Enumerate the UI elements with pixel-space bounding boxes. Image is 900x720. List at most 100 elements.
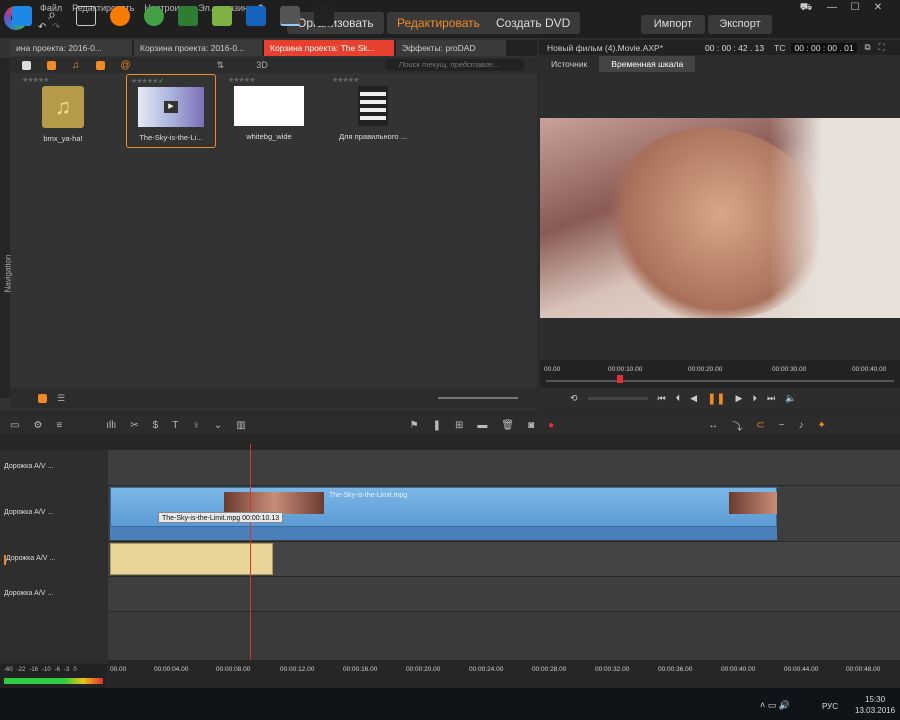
settings-gear-icon[interactable]: ⚙ — [33, 420, 42, 431]
flag-icon[interactable]: ⚑ — [410, 420, 419, 431]
go-end-icon[interactable]: ⏭ — [767, 393, 775, 404]
track-name[interactable]: Дорожка A/V ... — [4, 590, 104, 600]
at-icon[interactable]: @ — [121, 60, 131, 71]
folder-icon[interactable] — [95, 60, 105, 70]
maximize-icon[interactable]: ☐ — [848, 2, 862, 14]
track-menu-icon[interactable]: ≡ — [56, 420, 62, 431]
recorder-icon[interactable] — [212, 6, 232, 26]
track-1-row[interactable] — [108, 450, 900, 486]
track-name[interactable]: Дорожка A/V ... — [4, 555, 104, 565]
rating-stars[interactable]: ★★★★★ — [332, 76, 359, 84]
asset-video-selected[interactable]: ★★★★★ ✓ ▶ The-Sky-is-the-Li... — [126, 74, 216, 148]
record-marker-icon[interactable]: ● — [548, 420, 554, 431]
magnet-icon[interactable]: ⊂ — [756, 420, 764, 431]
firefox-icon[interactable] — [110, 6, 130, 26]
next-frame-icon[interactable]: ⏵ — [752, 393, 757, 404]
volume-icon[interactable]: 🔈 — [785, 393, 796, 404]
track-name[interactable]: Дорожка A/V ... — [4, 463, 104, 473]
dollar-icon[interactable]: $ — [153, 420, 159, 431]
preview-ruler[interactable]: 00.00 00:00:10.00 00:00:20.00 00:00:30.0… — [540, 360, 900, 388]
image-clip[interactable] — [110, 543, 273, 575]
timeline-ruler[interactable]: 00.00 00:00:04.00 00:00:08.00 00:00:12.0… — [108, 660, 900, 688]
mode-dvd-button[interactable]: Создать DVD — [486, 12, 581, 34]
detach-icon[interactable]: ⧉ — [865, 42, 871, 53]
close-icon[interactable]: ✕ — [871, 2, 885, 14]
rating-stars[interactable]: ★★★★★ — [22, 76, 49, 84]
white-tag-icon[interactable] — [22, 60, 31, 70]
ripple-icon[interactable]: ▬ — [477, 420, 487, 431]
snapshot-icon[interactable]: ◙ — [528, 420, 534, 431]
list-view-icon[interactable]: ☰ — [57, 393, 65, 404]
tab-source[interactable]: Источник — [539, 56, 599, 72]
scrub-bar[interactable] — [546, 380, 894, 382]
fullscreen-icon[interactable]: ⛶ — [879, 42, 885, 53]
playhead[interactable] — [250, 444, 251, 669]
bookmark-icon[interactable]: ❚ — [433, 420, 441, 431]
tab-effects-prodad[interactable]: Эффекты: proDAD — [396, 40, 506, 56]
mode-edit-button[interactable]: Редактировать — [387, 12, 490, 34]
save-app-icon[interactable] — [246, 6, 266, 26]
video-preview[interactable] — [540, 118, 900, 318]
title-icon[interactable]: T — [172, 420, 178, 431]
jog-wheel[interactable] — [587, 396, 648, 400]
export-button[interactable]: Экспорт — [708, 15, 772, 34]
project-film-icon — [358, 86, 388, 126]
razor-icon[interactable]: ✂ — [130, 420, 138, 431]
fit-icon[interactable]: ↔ — [708, 420, 718, 431]
rewind-icon[interactable]: ◀ — [690, 393, 697, 404]
asset-project[interactable]: ★★★★★ Для правильного ... — [328, 74, 418, 148]
go-start-icon[interactable]: ⏮ — [658, 393, 666, 404]
cart-icon[interactable]: ⛟ — [799, 2, 813, 14]
search-icon[interactable]: ⌕ — [42, 6, 62, 26]
sort-icon[interactable]: ⇅ — [217, 60, 225, 71]
import-button[interactable]: Импорт — [641, 15, 705, 34]
storyboard-icon[interactable]: ▭ — [10, 420, 19, 431]
pinnacle-icon[interactable] — [280, 6, 300, 26]
forward-icon[interactable]: ▶ — [736, 393, 743, 404]
film-icon[interactable]: ▥ — [236, 420, 245, 431]
asset-audio[interactable]: ★★★★★ ♫ bmx_ya-ha! — [18, 74, 108, 148]
3d-label[interactable]: 3D — [256, 60, 268, 70]
split-icon[interactable]: ⊞ — [455, 420, 463, 431]
audio-mixer-icon[interactable]: ıllı — [106, 420, 116, 431]
asset-image[interactable]: ★★★★★ whitebg_wide — [224, 74, 314, 148]
audio-scrub-icon[interactable]: ♪ — [798, 420, 803, 431]
bandicam-icon[interactable] — [314, 6, 334, 26]
video-filter-icon[interactable] — [47, 60, 56, 70]
minimize-icon[interactable]: — — [825, 2, 839, 14]
prev-frame-icon[interactable]: ⏴ — [676, 393, 681, 404]
scrub-head[interactable] — [617, 375, 623, 383]
audio-filter-icon[interactable]: ♫ — [72, 60, 80, 71]
loop-icon[interactable]: ⟲ — [570, 393, 578, 404]
camtasia-icon[interactable] — [178, 6, 198, 26]
mode-organize-button[interactable]: Организовать — [287, 12, 384, 34]
delete-icon[interactable]: 🗑 — [501, 420, 514, 431]
rating-stars[interactable]: ★★★★★ ✓ — [131, 77, 164, 85]
tray-icons[interactable]: ˄ ▭ 🔊 — [760, 700, 790, 711]
keyframe-icon[interactable]: ~ — [779, 420, 785, 431]
task-view-icon[interactable] — [76, 6, 96, 26]
tab-project-bin-sky[interactable]: Корзина проекта: The Sk... — [264, 40, 394, 56]
library-search-input[interactable]: Поиск текущ. представле... — [385, 59, 525, 71]
tab-project-bin-2[interactable]: Корзина проекта: 2016-0... — [134, 40, 262, 56]
mic-icon[interactable]: ♀ — [192, 420, 200, 431]
windows-start-icon[interactable] — [12, 6, 32, 26]
snap-icon[interactable]: ⤵ — [732, 418, 742, 433]
chrome-icon[interactable] — [144, 6, 164, 26]
navigation-strip[interactable]: Navigation — [0, 58, 13, 398]
extra-icon[interactable]: ✦ — [817, 420, 825, 431]
pause-icon[interactable]: ❚❚ — [707, 392, 725, 405]
language-indicator[interactable]: РУС — [822, 702, 838, 711]
zoom-slider[interactable] — [438, 397, 518, 399]
tab-timeline[interactable]: Временная шкала — [599, 56, 696, 72]
audio-waveform[interactable] — [110, 527, 777, 540]
grid-view-icon[interactable] — [38, 393, 47, 403]
track-name[interactable]: Дорожка A/V ... — [4, 509, 104, 519]
timeline-header — [0, 434, 900, 450]
clock[interactable]: 15:30 13.03.2016 — [855, 694, 895, 716]
current-timecode[interactable]: 00 : 00 : 00 . 01 — [791, 42, 857, 53]
track-4-row[interactable] — [108, 577, 900, 612]
rating-stars[interactable]: ★★★★★ — [228, 76, 255, 84]
marker-icon[interactable]: ⌄ — [214, 420, 222, 431]
tab-project-bin-1[interactable]: ина проекта: 2016-0... — [10, 40, 132, 56]
